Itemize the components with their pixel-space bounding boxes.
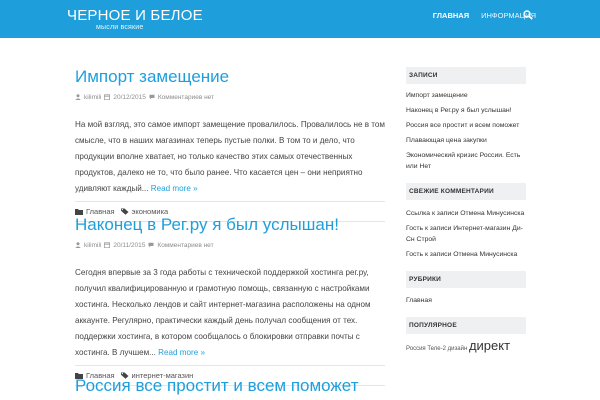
- post-excerpt: Сегодня впервые за 3 года работы с техни…: [75, 265, 385, 361]
- recent-comment-link[interactable]: Ссылка к записи Отмена Минусинска: [406, 208, 526, 219]
- site-description: мысли всякие: [96, 24, 144, 31]
- post-meta: kilimili 20/12/2015 Комментариев нет: [75, 94, 385, 101]
- recent-comments-list: Ссылка к записи Отмена Минусинска Гость …: [406, 208, 526, 260]
- comment-icon: [148, 242, 154, 248]
- recent-post-link[interactable]: Экономический кризис России. Есть или Не…: [406, 150, 526, 172]
- calendar-icon: [104, 242, 111, 249]
- nav-item-home[interactable]: ГЛАВНАЯ: [433, 11, 469, 20]
- site-header: ЧЕРНОЕ И БЕЛОЕ мысли всякие ГЛАВНАЯ ИНФО…: [0, 0, 600, 38]
- rubric-link[interactable]: Главная: [406, 295, 526, 306]
- widget-title-popular: ПОПУЛЯРНОЕ: [406, 317, 526, 334]
- post-date: 20/11/2015: [113, 241, 146, 249]
- tag-cloud-large[interactable]: директ: [469, 338, 510, 353]
- post-title[interactable]: Россия все простит и всем поможет: [75, 376, 395, 396]
- recent-post-link[interactable]: Плавающая цена закупки: [406, 135, 526, 146]
- divider: [75, 200, 385, 202]
- tag-cloud: Россия Теле-2 дизайн директ: [406, 338, 526, 353]
- recent-post-link[interactable]: Наконец в Рег.ру я был услышан!: [406, 105, 526, 116]
- rubrics-list: Главная: [406, 295, 526, 306]
- folder-icon: [75, 208, 83, 215]
- divider: [75, 364, 385, 366]
- post-title[interactable]: Наконец в Рег.ру я был услышан!: [75, 215, 385, 235]
- post-excerpt-text: На мой взгляд, это самое импорт замещени…: [75, 119, 385, 193]
- search-icon[interactable]: [523, 10, 533, 20]
- comment-icon: [149, 94, 155, 100]
- recent-comment-link[interactable]: Гость к записи Интернет-магазин Ди-Сн Ст…: [406, 223, 526, 245]
- post: Россия все простит и всем поможет: [75, 376, 395, 396]
- calendar-icon: [104, 94, 111, 101]
- post-date: 20/12/2015: [113, 93, 146, 101]
- post-excerpt: На мой взгляд, это самое импорт замещени…: [75, 117, 385, 197]
- tag-cloud-small[interactable]: Россия Теле-2 дизайн: [406, 346, 467, 352]
- user-icon: [75, 94, 81, 101]
- user-icon: [75, 242, 81, 249]
- recent-posts-list: Импорт замещение Наконец в Рег.ру я был …: [406, 90, 526, 172]
- main-nav: ГЛАВНАЯ ИНФОРМАЦИЯ: [421, 11, 536, 20]
- post-title[interactable]: Импорт замещение: [75, 67, 385, 87]
- post-author[interactable]: kilimili: [84, 94, 101, 101]
- recent-post-link[interactable]: Россия все простит и всем поможет: [406, 120, 526, 131]
- post: Импорт замещение kilimili 20/12/2015 Ком…: [75, 67, 385, 222]
- widget-title-rubrics: РУБРИКИ: [406, 271, 526, 288]
- widget-title-comments: СВЕЖИЕ КОММЕНТАРИИ: [406, 183, 526, 200]
- post-comments[interactable]: Комментариев нет: [157, 242, 213, 249]
- post-comments[interactable]: Комментариев нет: [158, 94, 214, 101]
- widget-title-recent: ЗАПИСИ: [406, 67, 526, 84]
- post: Наконец в Рег.ру я был услышан! kilimili…: [75, 215, 385, 386]
- recent-comment-link[interactable]: Гость к записи Отмена Минусинска: [406, 249, 526, 260]
- post-meta: kilimili 20/11/2015 Комментариев нет: [75, 242, 385, 249]
- tag-icon: [120, 208, 129, 215]
- read-more-link[interactable]: Read more »: [151, 184, 198, 193]
- read-more-link[interactable]: Read more »: [158, 348, 205, 357]
- post-author[interactable]: kilimili: [84, 242, 101, 249]
- recent-post-link[interactable]: Импорт замещение: [406, 90, 526, 101]
- sidebar: ЗАПИСИ Импорт замещение Наконец в Рег.ру…: [406, 67, 526, 353]
- post-excerpt-text: Сегодня впервые за 3 года работы с техни…: [75, 267, 371, 357]
- site-title[interactable]: ЧЕРНОЕ И БЕЛОЕ: [67, 7, 203, 24]
